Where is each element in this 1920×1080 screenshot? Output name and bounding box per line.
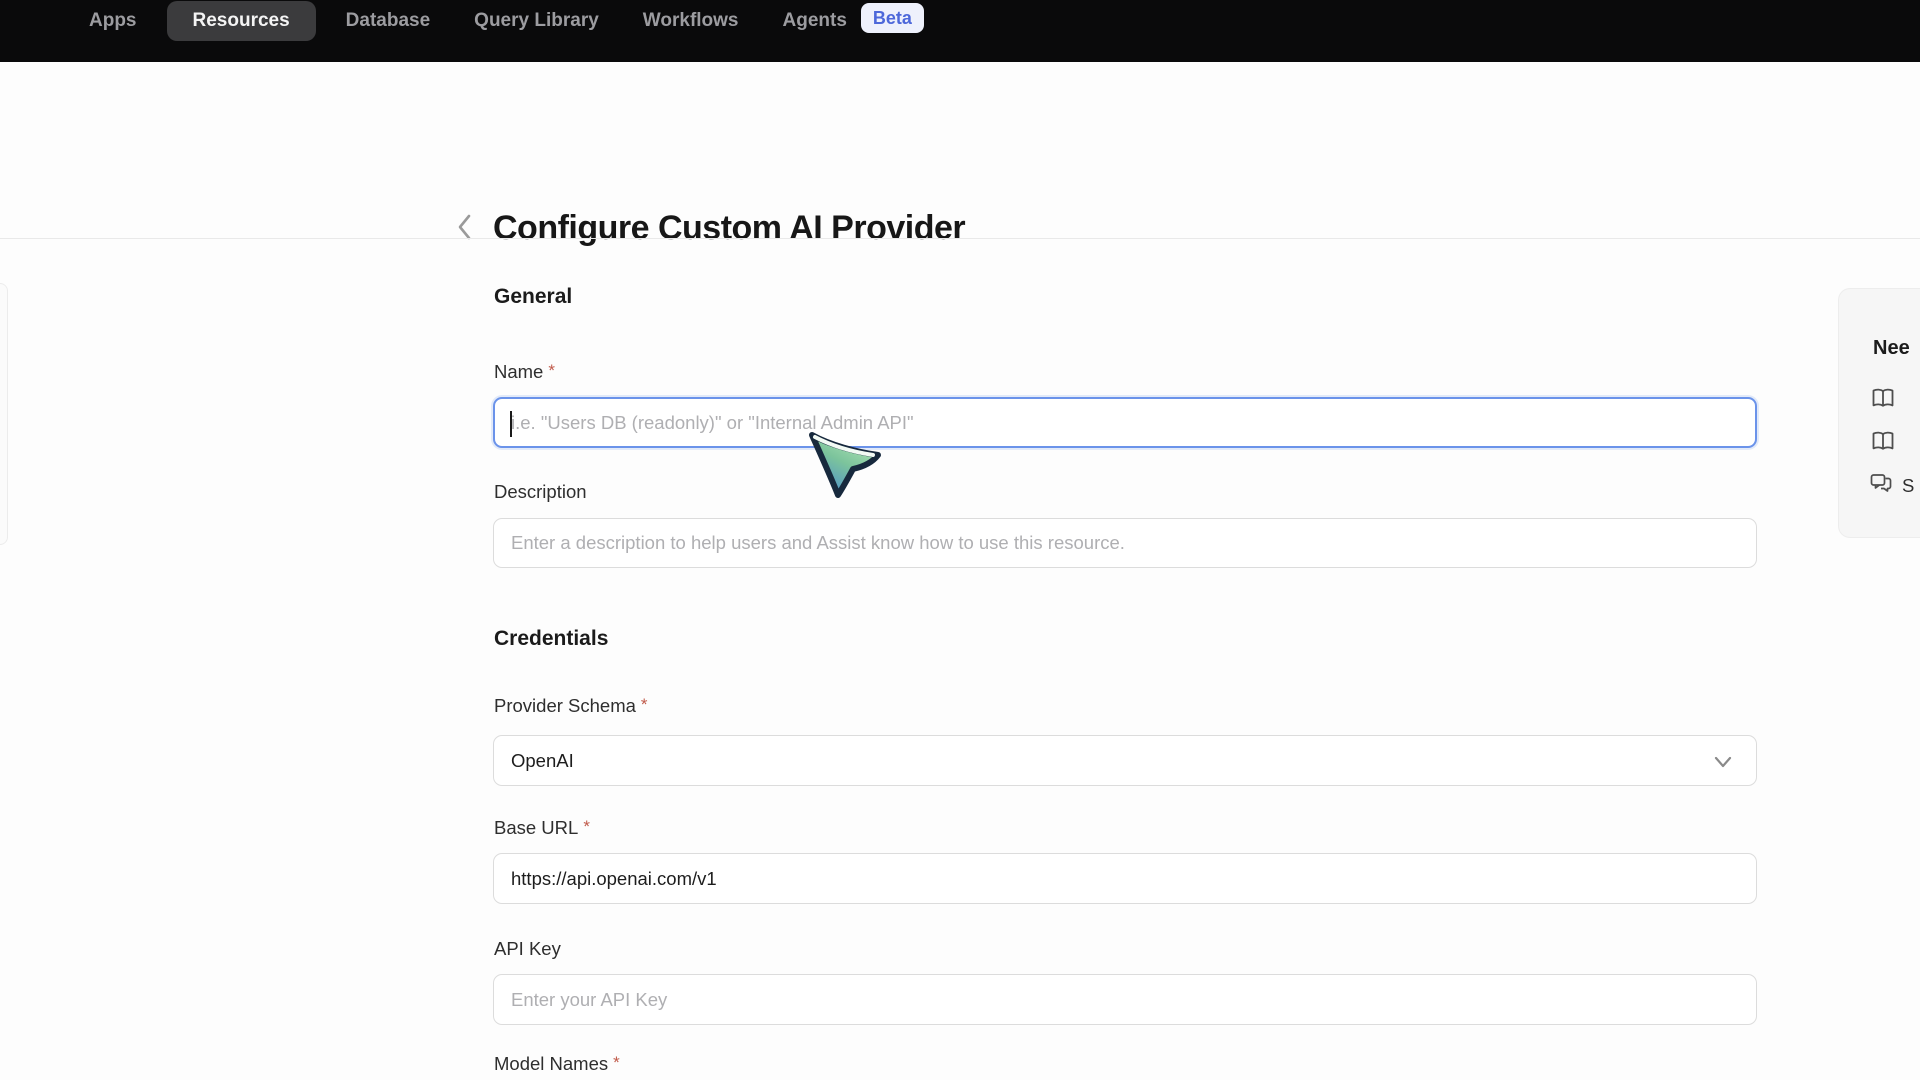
name-input[interactable]	[493, 397, 1757, 448]
name-label-text: Name	[494, 361, 543, 382]
page-title: Configure Custom AI Provider	[493, 209, 965, 248]
required-asterisk: *	[548, 361, 555, 380]
page-header: Configure Custom AI Provider	[0, 62, 1920, 238]
book-icon	[1871, 430, 1895, 457]
provider-schema-selected-value: OpenAI	[511, 750, 574, 772]
required-asterisk: *	[583, 817, 590, 836]
required-asterisk: *	[641, 695, 648, 714]
nav-tab-query-library[interactable]: Query Library	[460, 0, 613, 42]
help-link-support[interactable]: S	[1869, 472, 1914, 499]
base-url-input[interactable]	[493, 853, 1757, 904]
provider-schema-label-text: Provider Schema	[494, 695, 636, 716]
chevron-down-icon	[1712, 751, 1734, 778]
help-link-label: S	[1902, 475, 1914, 497]
model-names-field-label: Model Names *	[494, 1053, 620, 1075]
chat-icon	[1869, 472, 1893, 499]
provider-schema-select[interactable]: OpenAI	[493, 735, 1757, 786]
required-asterisk: *	[613, 1053, 620, 1072]
description-field-label: Description	[494, 481, 587, 503]
section-heading-general: General	[494, 285, 572, 309]
name-field-label: Name *	[494, 361, 555, 383]
nav-tab-database[interactable]: Database	[332, 0, 445, 42]
nav-tab-workflows[interactable]: Workflows	[629, 0, 753, 42]
help-card: Nee S	[1838, 288, 1920, 538]
header-divider	[0, 238, 1920, 239]
base-url-label-text: Base URL	[494, 817, 578, 838]
back-button[interactable]	[448, 212, 482, 246]
nav-tab-agents[interactable]: Agents	[769, 0, 851, 42]
text-caret	[510, 411, 512, 437]
help-card-heading: Nee	[1873, 337, 1910, 360]
api-key-field-label: API Key	[494, 938, 561, 960]
beta-badge: Beta	[861, 3, 924, 33]
nav-tab-resources[interactable]: Resources	[167, 1, 316, 41]
top-navigation-bar: Apps Resources Database Query Library Wo…	[0, 0, 1920, 62]
help-link-guides[interactable]	[1871, 430, 1904, 457]
section-heading-credentials: Credentials	[494, 627, 608, 651]
provider-schema-field-label: Provider Schema *	[494, 695, 648, 717]
description-input[interactable]	[493, 518, 1757, 568]
back-chevron-icon	[457, 214, 473, 245]
left-carousel-card-edge	[0, 283, 8, 545]
nav-tab-apps[interactable]: Apps	[75, 0, 151, 42]
book-icon	[1871, 387, 1895, 414]
help-link-docs[interactable]	[1871, 387, 1904, 414]
model-names-label-text: Model Names	[494, 1053, 608, 1074]
api-key-input[interactable]	[493, 974, 1757, 1025]
base-url-field-label: Base URL *	[494, 817, 590, 839]
